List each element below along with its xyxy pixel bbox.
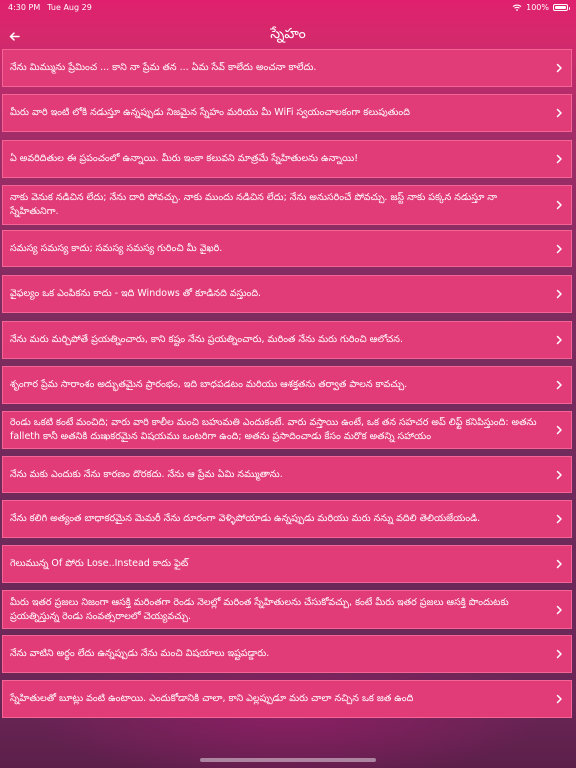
chevron-right-icon bbox=[556, 154, 562, 164]
chevron-right-icon bbox=[556, 470, 562, 479]
page-title: స్నేహం bbox=[270, 26, 306, 42]
list-item[interactable]: మీరు ఇతర ప్రజలు నిజంగా ఆసక్తి మరింతగా రె… bbox=[2, 590, 572, 629]
status-date: Tue Aug 29 bbox=[47, 2, 92, 12]
battery-percent: 100% bbox=[526, 2, 549, 12]
list-item-text: నేను మిమ్మును ప్రేమించ ... కాని నా ప్రేమ… bbox=[10, 62, 317, 73]
list-item-text: రెండు ఒకటి కంటే మంచిది; వారు వారి కాలీల … bbox=[10, 417, 537, 442]
list-item-text: నాకు వెనుక నడిచిన లేదు; నేను దారి పోవచ్చ… bbox=[10, 192, 498, 217]
home-indicator bbox=[200, 758, 376, 762]
list-item-text: స్నేహితులతో బూట్లు వంటి ఉంటాయి. ఎందుకోడా… bbox=[10, 693, 414, 704]
chevron-right-icon bbox=[556, 559, 562, 569]
list-item-text: నేను మరు మర్చిపోతే ప్రయత్నించారు, కాని క… bbox=[10, 334, 403, 345]
list-item-text: నేను వాటిని అర్థం లేదు ఉన్నప్పుడు నేను మ… bbox=[10, 648, 270, 659]
chevron-right-icon bbox=[556, 694, 562, 704]
list-item[interactable]: గెలుమున్న Of పోరు Lose..Instead కాదు ఫైట… bbox=[2, 545, 572, 583]
battery-fill bbox=[555, 5, 566, 9]
list-item[interactable]: నేను వాటిని అర్థం లేదు ఉన్నప్పుడు నేను మ… bbox=[2, 635, 572, 673]
list-item[interactable]: నాకు వెనుక నడిచిన లేదు; నేను దారి పోవచ్చ… bbox=[2, 185, 572, 225]
chevron-right-icon bbox=[556, 605, 562, 614]
list-item[interactable]: రెండు ఒకటి కంటే మంచిది; వారు వారి కాలీల … bbox=[2, 411, 572, 449]
navigation-bar: స్నేహం bbox=[0, 22, 576, 50]
list-item[interactable]: వైఫల్యం ఒక ఎంపికను కాదు - ఇది Windows తో… bbox=[2, 275, 572, 313]
chevron-right-icon bbox=[556, 244, 562, 253]
chevron-right-icon bbox=[556, 108, 562, 118]
status-bar: 4:30 PM Tue Aug 29 100% bbox=[0, 0, 576, 14]
list-item[interactable]: నేను మకు ఎందుకు నేను కారణం దొరకదు. నేను … bbox=[2, 456, 572, 493]
list-item-text: ఏ అవరిదితుల ఈ ప్రపంచంలో ఉన్నాయి. మీరు ఇం… bbox=[10, 153, 358, 164]
list-item[interactable]: మీరు వారి ఇంటి లోకి నడుస్తూ ఉన్నప్పుడు న… bbox=[2, 94, 572, 132]
status-time: 4:30 PM bbox=[8, 2, 41, 12]
list-item-text: శృంగార ప్రేమ సారాంశం అద్భుతమైన ప్రారంభం,… bbox=[10, 379, 408, 390]
battery-icon bbox=[553, 3, 570, 11]
chevron-right-icon bbox=[556, 335, 562, 345]
chevron-right-icon bbox=[556, 289, 562, 299]
list-item[interactable]: నేను మిమ్మును ప్రేమించ ... కాని నా ప్రేమ… bbox=[2, 49, 572, 87]
list-item-text: వైఫల్యం ఒక ఎంపికను కాదు - ఇది Windows తో… bbox=[10, 288, 262, 299]
list-item-text: గెలుమున్న Of పోరు Lose..Instead కాదు ఫైట… bbox=[10, 558, 189, 569]
chevron-right-icon bbox=[556, 380, 562, 390]
chevron-right-icon bbox=[556, 425, 562, 435]
wifi-icon bbox=[512, 4, 522, 11]
list-item[interactable]: నేను మరు మర్చిపోతే ప్రయత్నించారు, కాని క… bbox=[2, 321, 572, 359]
list-item[interactable]: ఏ అవరిదితుల ఈ ప్రపంచంలో ఉన్నాయి. మీరు ఇం… bbox=[2, 140, 572, 178]
list-item[interactable]: నేను కలిగి అత్యంత బాధాకరమైన మెమరీ నేను ద… bbox=[2, 500, 572, 538]
chevron-right-icon bbox=[556, 200, 562, 210]
chevron-right-icon bbox=[556, 63, 562, 73]
chevron-right-icon bbox=[556, 514, 562, 524]
list-item[interactable]: సమస్య సమస్య కాదు; సమస్య సమస్య గురించి మీ… bbox=[2, 230, 572, 267]
list-item-text: మీరు ఇతర ప్రజలు నిజంగా ఆసక్తి మరింతగా రె… bbox=[10, 596, 509, 622]
list-item-text: సమస్య సమస్య కాదు; సమస్య సమస్య గురించి మీ… bbox=[10, 242, 223, 254]
list-item[interactable]: స్నేహితులతో బూట్లు వంటి ఉంటాయి. ఎందుకోడా… bbox=[2, 680, 572, 718]
list-item-text: నేను కలిగి అత్యంత బాధాకరమైన మెమరీ నేను ద… bbox=[10, 513, 481, 524]
list-item[interactable]: శృంగార ప్రేమ సారాంశం అద్భుతమైన ప్రారంభం,… bbox=[2, 366, 572, 404]
list-item-text: మీరు వారి ఇంటి లోకి నడుస్తూ ఉన్నప్పుడు న… bbox=[10, 107, 410, 118]
chevron-right-icon bbox=[556, 649, 562, 659]
list-item-text: నేను మకు ఎందుకు నేను కారణం దొరకదు. నేను … bbox=[10, 468, 283, 480]
